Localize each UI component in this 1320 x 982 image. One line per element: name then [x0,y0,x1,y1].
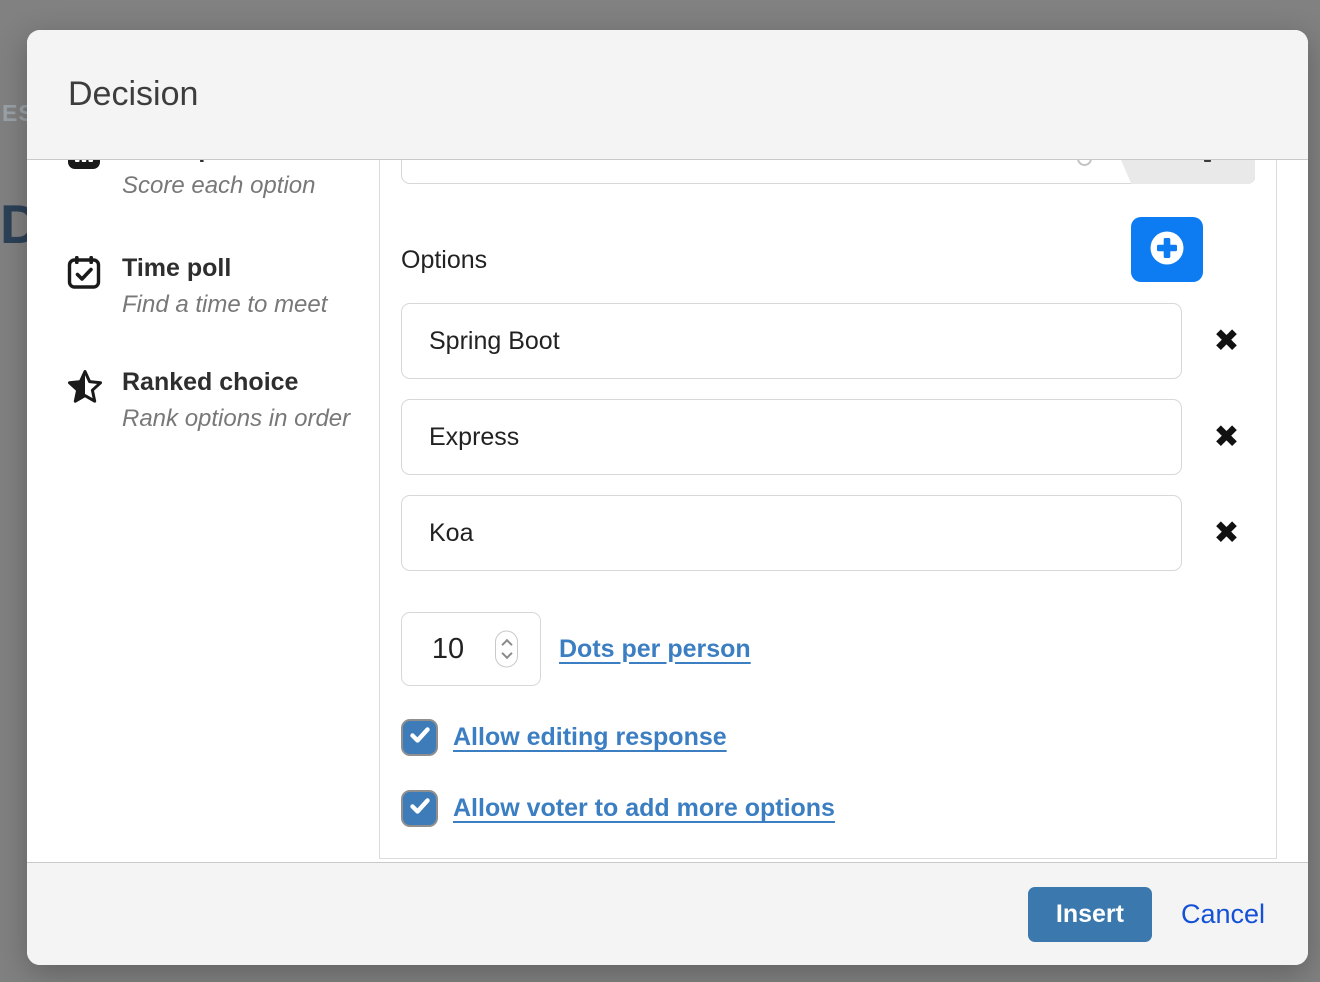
option-input[interactable] [401,495,1182,571]
x-icon: ✖ [1214,419,1240,455]
cut-off-text-fragment [1204,160,1211,162]
poll-type-sidebar: Score poll Score each option Time poll F… [27,160,379,862]
sidebar-item-description: Rank options in order [122,404,350,434]
option-list: ✖ ✖ ✖ [401,303,1255,571]
decision-modal: Decision Score poll Score each option [27,30,1308,965]
main-wrap: Options [379,160,1308,862]
checkmark-icon [408,794,432,823]
allow-editing-checkbox[interactable] [401,719,438,756]
dots-per-person-label[interactable]: Dots per person [550,635,751,664]
sidebar-item-label: Time poll [122,252,327,284]
options-section-label: Options [401,217,487,275]
add-option-button[interactable] [1131,217,1203,282]
option-row: ✖ [401,495,1255,571]
insert-button[interactable]: Insert [1028,887,1152,942]
remove-option-button[interactable]: ✖ [1182,518,1255,549]
allow-editing-row: Allow editing response [401,719,1255,756]
option-input[interactable] [401,303,1182,379]
dot-voting-settings-panel: Options [379,160,1277,859]
time-poll-icon [67,252,101,320]
cancel-button[interactable]: Cancel [1181,899,1265,930]
dots-count-input[interactable] [402,613,494,685]
stepper-down-icon [501,648,512,659]
score-poll-icon [67,160,101,201]
option-row: ✖ [401,303,1255,379]
modal-title: Decision [68,75,198,114]
modal-header: Decision [27,30,1308,160]
sidebar-item-description: Find a time to meet [122,290,327,320]
dots-count-field [401,612,541,686]
plus-circle-icon [1148,229,1186,270]
sidebar-item-score-poll[interactable]: Score poll Score each option [67,160,379,201]
x-icon: ✖ [1214,515,1240,551]
allow-add-options-label[interactable]: Allow voter to add more options [453,794,835,823]
cut-off-field-row [401,160,1255,185]
sidebar-item-ranked-choice[interactable]: Ranked choice Rank options in order [67,366,379,434]
allow-add-options-checkbox[interactable] [401,790,438,827]
modal-footer: Insert Cancel [27,862,1308,965]
allow-editing-label[interactable]: Allow editing response [453,723,727,752]
option-row: ✖ [401,399,1255,475]
panel-right-gutter [1277,160,1308,862]
sidebar-item-label: Ranked choice [122,366,350,398]
dots-per-person-row: Dots per person [401,612,1255,686]
remove-option-button[interactable]: ✖ [1182,422,1255,453]
remove-option-button[interactable]: ✖ [1182,326,1255,357]
allow-add-options-row: Allow voter to add more options [401,790,1255,827]
option-input[interactable] [401,399,1182,475]
checkmark-icon [408,723,432,752]
modal-body: Score poll Score each option Time poll F… [27,160,1308,862]
x-icon: ✖ [1214,323,1240,359]
sidebar-item-time-poll[interactable]: Time poll Find a time to meet [67,252,379,320]
sidebar-item-label: Score poll [122,160,315,165]
ranked-choice-icon [67,366,101,434]
number-stepper[interactable] [495,631,518,668]
sidebar-item-description: Score each option [122,171,315,201]
